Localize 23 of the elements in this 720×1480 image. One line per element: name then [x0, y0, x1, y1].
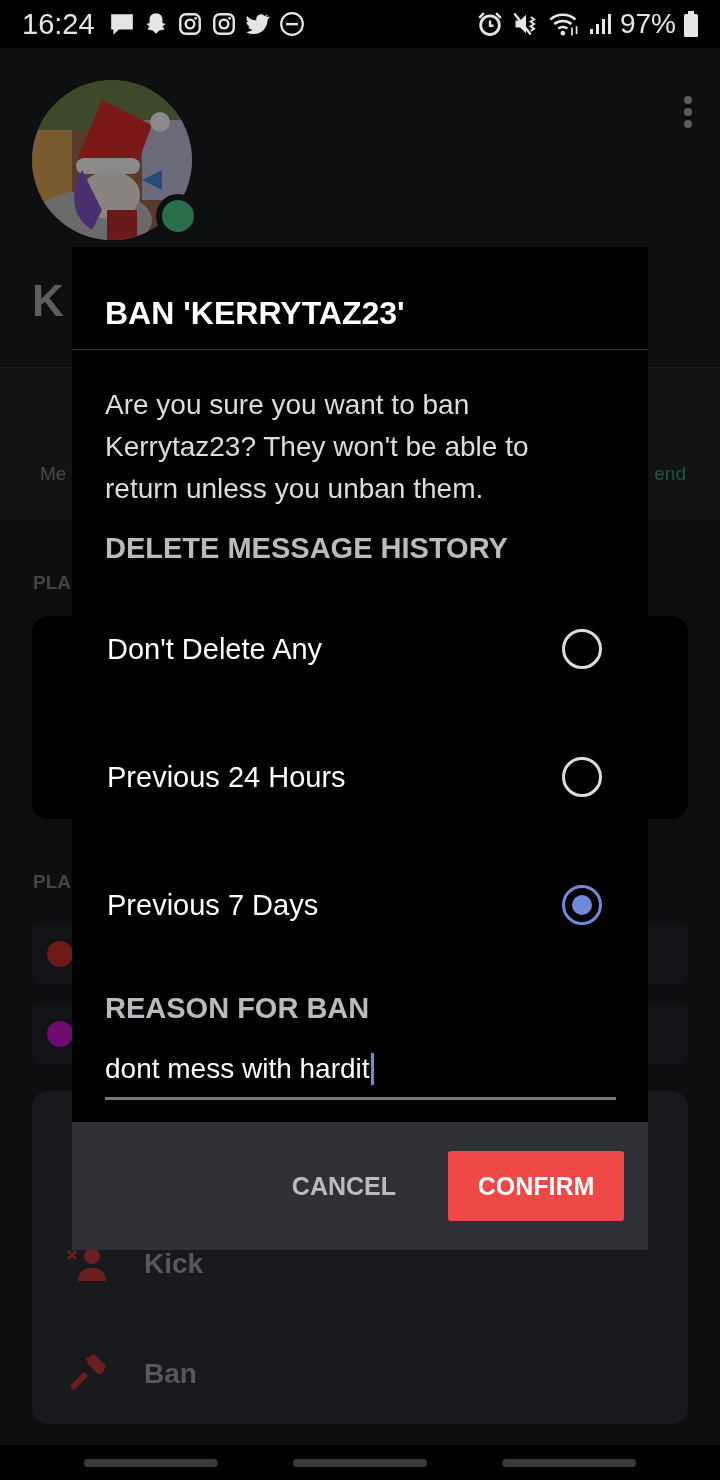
field-label: REASON FOR BAN [105, 992, 371, 1024]
confirm-button[interactable]: CONFIRM [448, 1151, 624, 1221]
battery-level: 97% [619, 8, 676, 40]
chat-bubble-icon [108, 11, 135, 37]
option-label[interactable]: Don't Delete Any [107, 632, 323, 666]
signal-icon [587, 11, 612, 37]
do-not-disturb-icon [278, 11, 305, 37]
text-cursor [370, 1052, 374, 1085]
radio-button[interactable] [562, 885, 602, 925]
bird-icon [244, 11, 271, 37]
more-options-icon [683, 95, 693, 129]
cancel-button[interactable]: CANCEL [291, 1171, 396, 1201]
clock-time: 16:24 [22, 7, 95, 41]
camera-icon [210, 11, 237, 37]
option-label[interactable]: Previous 7 Days [107, 888, 319, 922]
camera-icon [176, 11, 203, 37]
section-heading: DELETE MESSAGE HISTORY [105, 532, 509, 564]
user-name: K [32, 276, 64, 326]
battery-icon [684, 11, 698, 37]
dialog-message: Are you sure you want to ban Kerrytaz23? They won't be able to return unless you unban them. [105, 388, 530, 506]
option-label[interactable]: Previous 24 Hours [107, 760, 346, 794]
reason-input-field[interactable]: dont mess with hardit [105, 1040, 616, 1100]
dialog-title: BAN 'KERRYTAZ23' [105, 294, 405, 333]
